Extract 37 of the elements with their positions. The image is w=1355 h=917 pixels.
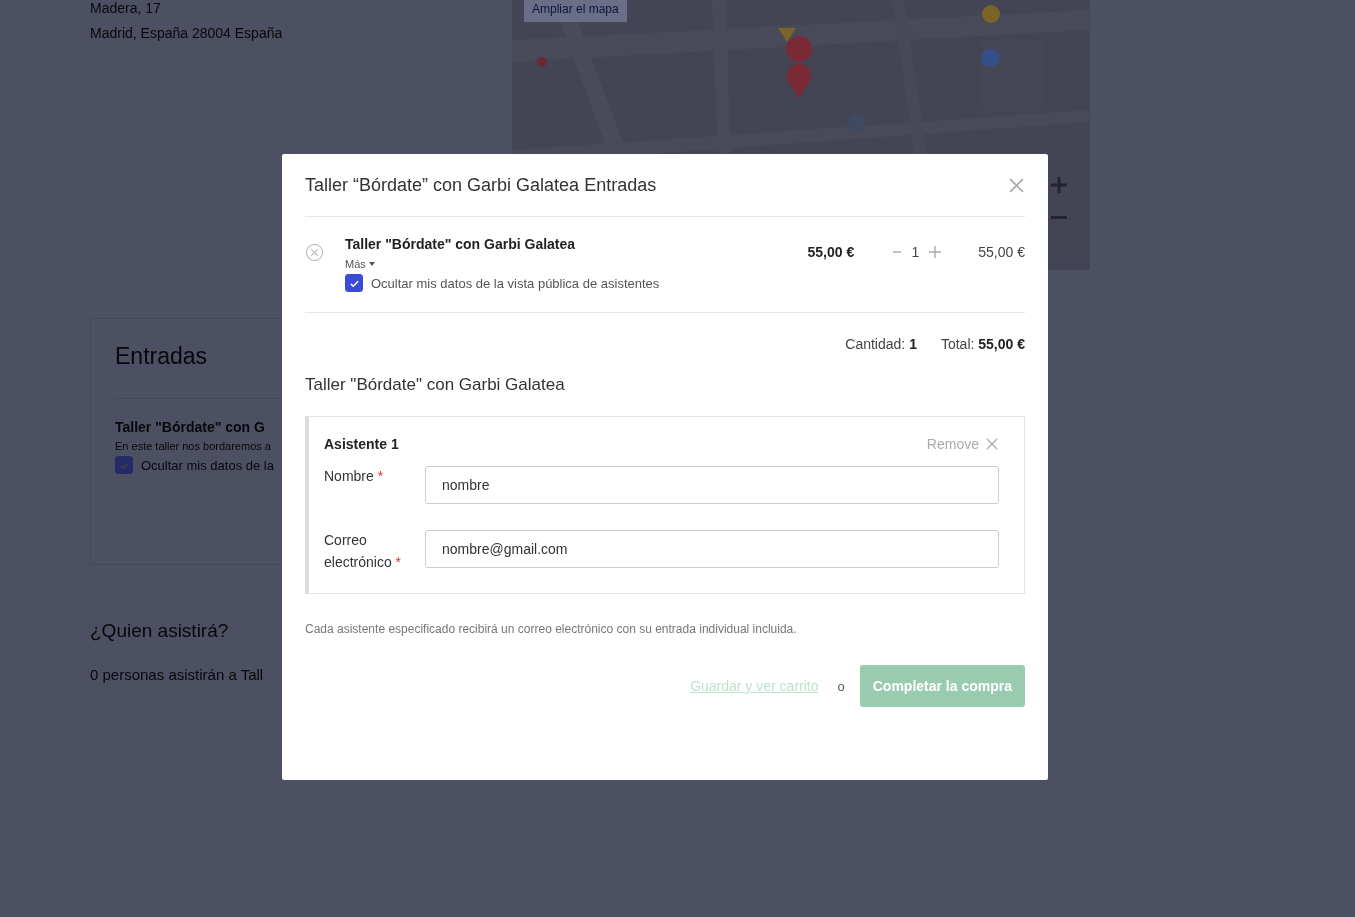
remove-button[interactable]: Remove <box>926 436 999 452</box>
address-line: Madrid, España 28004 España <box>90 24 284 43</box>
checkbox[interactable] <box>345 274 363 292</box>
field-label: Nombre * <box>324 467 385 486</box>
zoom-out-icon[interactable] <box>1050 216 1068 219</box>
section-title: Taller "Bórdate" con Garbi Galatea <box>305 375 565 395</box>
minus-icon[interactable] <box>893 251 902 253</box>
modal-title: Taller “Bórdate” con Garbi Galatea Entradas <box>305 174 657 196</box>
checkbox[interactable] <box>115 456 133 474</box>
address-line: Madera, 17 <box>90 0 162 18</box>
ticket-price: 55,00 € <box>807 244 856 260</box>
close-icon <box>985 437 999 451</box>
ticket-name: Taller "Bórdate" con Garbi Galatea <box>345 236 576 252</box>
attendee-title: Asistente 1 <box>324 436 399 452</box>
quantity-summary: Cantidad: 1 <box>845 336 917 352</box>
ticket-name: Taller "Bórdate" con G <box>115 419 265 435</box>
total-summary: Total: 55,00 € <box>940 336 1025 352</box>
attendees-text: 0 personas asistirán a Tall <box>90 666 264 683</box>
input-field[interactable]: nombre@gmail.com <box>425 530 999 568</box>
input-field[interactable]: nombre <box>425 466 999 504</box>
map-link[interactable]: Ampliar el mapa <box>524 0 627 22</box>
info-note: Cada asistente especificado recibirá un correo electrónico con su entrada individual incluida. <box>305 622 797 636</box>
ticket-description: En este taller nos bordaremos a <box>115 440 271 452</box>
more-toggle[interactable]: Más <box>345 258 375 270</box>
card-title: Entradas <box>115 343 208 370</box>
zoom-in-icon[interactable] <box>1050 176 1068 194</box>
checkbox-label: Ocultar mis datos de la vista pública de asistentes <box>371 275 660 291</box>
caret-icon <box>368 262 375 266</box>
close-icon <box>1008 176 1025 194</box>
section-heading: ¿Quien asistirá? <box>90 620 229 642</box>
quantity-value: 1 <box>911 244 920 260</box>
remove-icon[interactable] <box>305 243 324 262</box>
separator-text: o <box>837 678 845 694</box>
checkbox-label: Ocultar mis datos de la <box>141 457 274 473</box>
field-label: Correo electrónico * <box>324 531 403 572</box>
ticket-subtotal: 55,00 € <box>978 244 1025 260</box>
plus-icon[interactable] <box>929 246 942 258</box>
